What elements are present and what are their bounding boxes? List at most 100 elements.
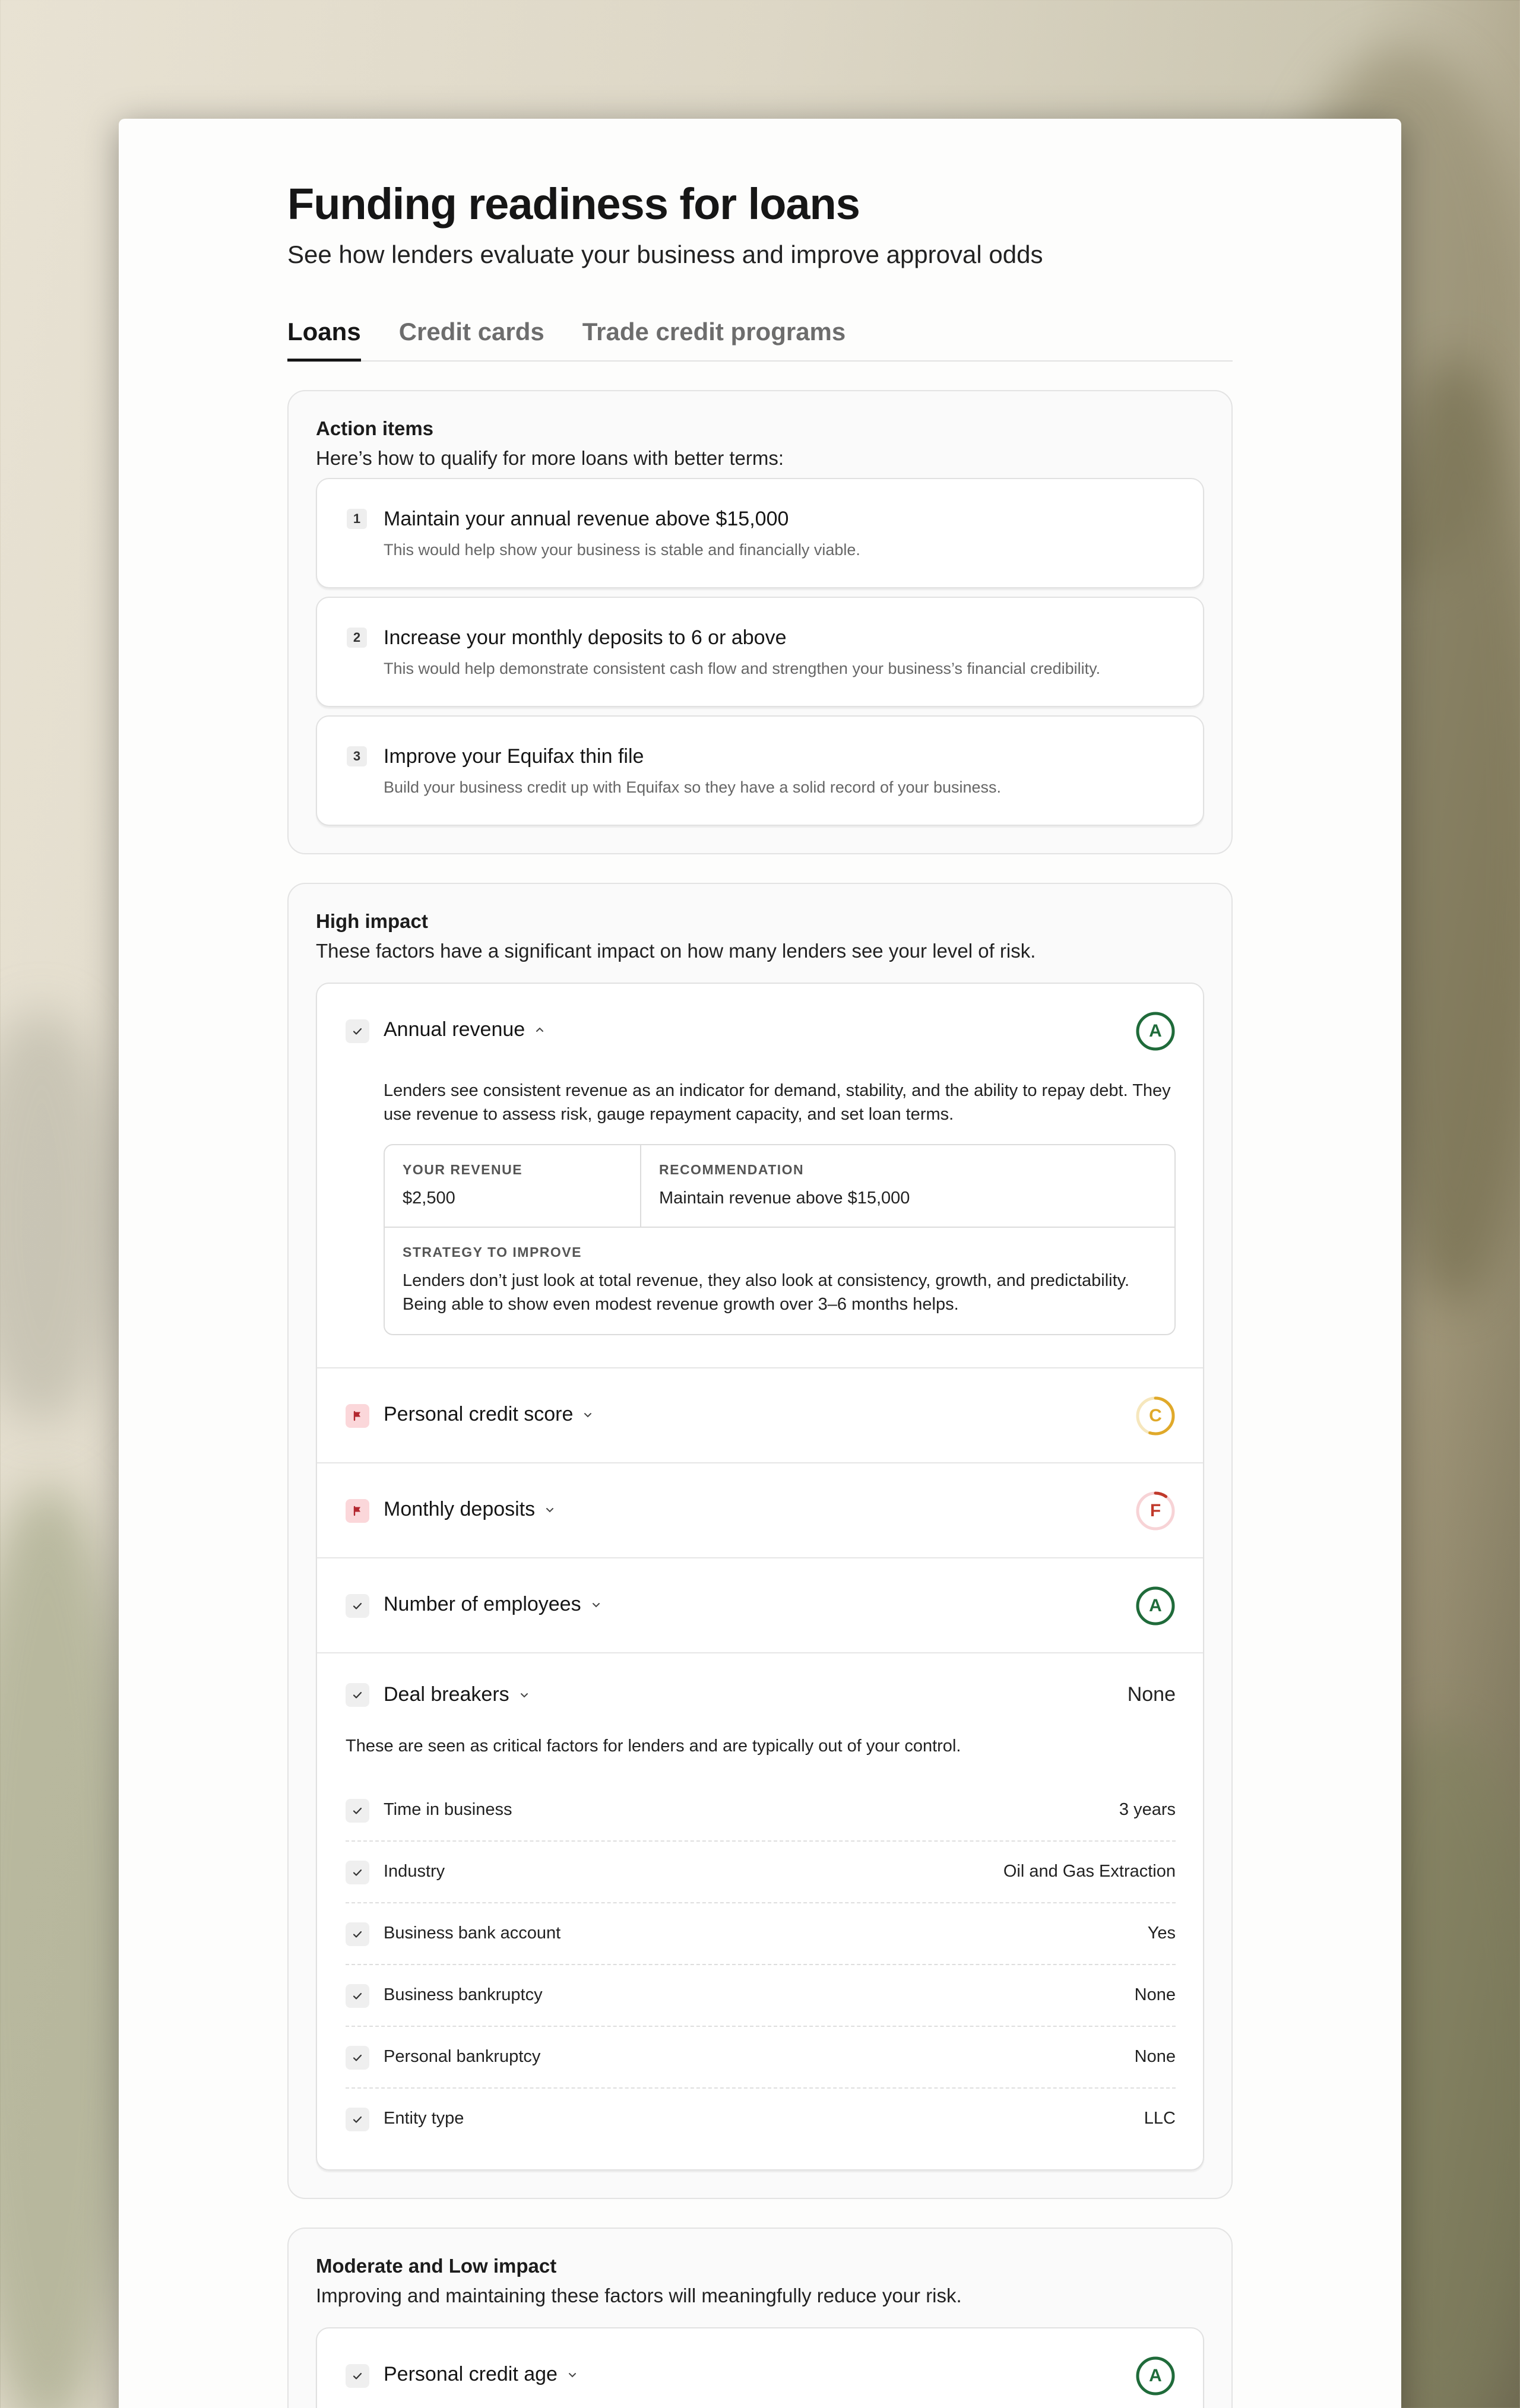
tab-credit-cards[interactable]: Credit cards [399,313,544,360]
action-items-description: Here’s how to qualify for more loans wit… [316,447,784,470]
action-item[interactable]: 3 Improve your Equifax thin file Build y… [316,715,1204,826]
your-revenue-cell: YOUR REVENUE $2,500 [385,1145,641,1227]
revenue-recommendation-table: YOUR REVENUE $2,500 RECOMMENDATION Maint… [384,1144,1176,1336]
check-icon [346,2046,369,2070]
factor-detail: Lenders see consistent revenue as an ind… [317,1079,1203,1367]
strategy-value: Lenders don’t just look at total revenue… [403,1271,1130,1314]
item-number-badge: 1 [347,509,367,530]
deal-breaker-value: 3 years [1119,1800,1176,1820]
recommendation-label: RECOMMENDATION [659,1162,805,1178]
grade-letter: C [1149,1406,1162,1426]
deal-breaker-value: Oil and Gas Extraction [1003,1862,1176,1881]
check-icon [346,1683,369,1707]
deal-breaker-value: None [1134,1985,1176,2005]
moderate-impact-card: Moderate and Low impact Improving and ma… [287,2228,1233,2408]
action-item-description: This would help demonstrate consistent c… [384,660,1101,678]
recommendation-cell: RECOMMENDATION Maintain revenue above $1… [641,1145,927,1227]
strategy-cell: STRATEGY TO IMPROVE Lenders don’t just l… [385,1227,1174,1334]
factor-label-row: Personal credit score [384,1403,594,1426]
your-revenue-label: YOUR REVENUE [403,1162,523,1178]
grade-letter: F [1150,1501,1161,1521]
moderate-impact-title: Moderate and Low impact [316,2255,557,2277]
rec-row: YOUR REVENUE $2,500 RECOMMENDATION Maint… [385,1145,1174,1227]
strategy-label: STRATEGY TO IMPROVE [403,1244,582,1260]
high-impact-description: These factors have a significant impact … [316,940,1036,962]
grade-letter: A [1149,1596,1162,1616]
chevron-down-icon[interactable] [543,1503,556,1516]
factor-label-row: Personal credit age [384,2363,579,2386]
deal-breaker-row: Entity type LLC [346,2089,1176,2150]
factor-label: Number of employees [384,1593,581,1616]
moderate-impact-factor-list: Personal credit age A [316,2327,1204,2408]
page-subtitle: See how lenders evaluate your business a… [287,240,1043,268]
check-icon [346,2108,369,2132]
action-item[interactable]: 1 Maintain your annual revenue above $15… [316,478,1204,589]
check-icon [346,1984,369,2008]
factor-header[interactable]: Monthly deposits F [317,1463,1203,1557]
factor-header[interactable]: Annual revenue A [317,984,1203,1079]
factor-label: Annual revenue [384,1018,525,1041]
factor-header[interactable]: Personal credit age A [317,2328,1203,2408]
check-icon [346,1861,369,1885]
chevron-up-icon[interactable] [533,1024,546,1037]
action-item[interactable]: 2 Increase your monthly deposits to 6 or… [316,597,1204,708]
deal-breaker-row: Business bank account Yes [346,1903,1176,1966]
factor-personal-credit-score: Personal credit score C [317,1367,1203,1462]
deal-breakers-description: These are seen as critical factors for l… [346,1737,961,1756]
high-impact-title: High impact [316,910,428,933]
deal-breaker-label: Business bank account [384,1924,561,1943]
deal-breaker-value: None [1134,2047,1176,2067]
grade-ring: F [1135,1491,1176,1531]
deal-breaker-label: Personal bankruptcy [384,2047,541,2067]
tab-loans[interactable]: Loans [287,313,361,362]
deal-breaker-label: Time in business [384,1800,512,1820]
action-item-title: Increase your monthly deposits to 6 or a… [384,626,787,649]
item-number-badge: 3 [347,746,367,767]
check-icon [346,1594,369,1618]
your-revenue-value: $2,500 [403,1189,455,1208]
main-panel: Funding readiness for loans See how lend… [119,119,1401,2408]
factor-label-row: Monthly deposits [384,1498,556,1521]
grade-ring: A [1135,2356,1176,2396]
factor-label: Deal breakers [384,1683,509,1706]
check-icon [346,1019,369,1044]
factor-header[interactable]: Personal credit score C [317,1368,1203,1462]
action-item-description: Build your business credit up with Equif… [384,778,1002,797]
factor-number-of-employees: Number of employees A [317,1557,1203,1652]
factor-detail-text: Lenders see consistent revenue as an ind… [384,1081,1171,1124]
action-item-title: Improve your Equifax thin file [384,745,644,768]
deal-breaker-value: Yes [1147,1924,1176,1943]
factor-label: Personal credit score [384,1403,574,1426]
item-number-badge: 2 [347,628,367,648]
grade-letter: A [1149,2366,1162,2386]
flag-icon [346,1404,369,1428]
grade-ring: C [1135,1396,1176,1436]
deal-breakers-value: None [1127,1683,1176,1706]
check-icon [346,1922,369,1947]
deal-breaker-label: Industry [384,1862,445,1881]
action-items-title: Action items [316,417,434,440]
check-icon [346,2364,369,2388]
factor-label-row: Deal breakers [384,1683,531,1706]
high-impact-factor-list: Annual revenue A Lenders see consistent … [316,983,1204,2171]
factor-header[interactable]: Number of employees A [317,1558,1203,1652]
action-item-title: Maintain your annual revenue above $15,0… [384,508,789,531]
tab-trade-credit-programs[interactable]: Trade credit programs [582,313,846,360]
grade-ring: A [1135,1586,1176,1626]
check-icon [346,1799,369,1823]
recommendation-value: Maintain revenue above $15,000 [659,1189,910,1208]
grade-ring: A [1135,1011,1176,1051]
deal-breakers-list: Time in business 3 years Industry Oil an… [317,1756,1203,2169]
chevron-down-icon[interactable] [566,2368,579,2381]
chevron-down-icon[interactable] [518,1688,531,1702]
factor-label-row: Annual revenue [384,1018,546,1041]
factor-annual-revenue: Annual revenue A Lenders see consistent … [317,984,1203,1367]
page-content: Funding readiness for loans See how lend… [287,178,1233,2408]
chevron-down-icon[interactable] [581,1408,594,1421]
moderate-impact-description: Improving and maintaining these factors … [316,2285,962,2307]
deal-breaker-value: LLC [1144,2109,1176,2128]
chevron-down-icon[interactable] [590,1598,603,1611]
deal-breaker-row: Business bankruptcy None [346,1965,1176,2027]
factor-header[interactable]: Deal breakers None [317,1653,1203,1737]
tab-bar: Loans Credit cards Trade credit programs [287,313,1233,362]
